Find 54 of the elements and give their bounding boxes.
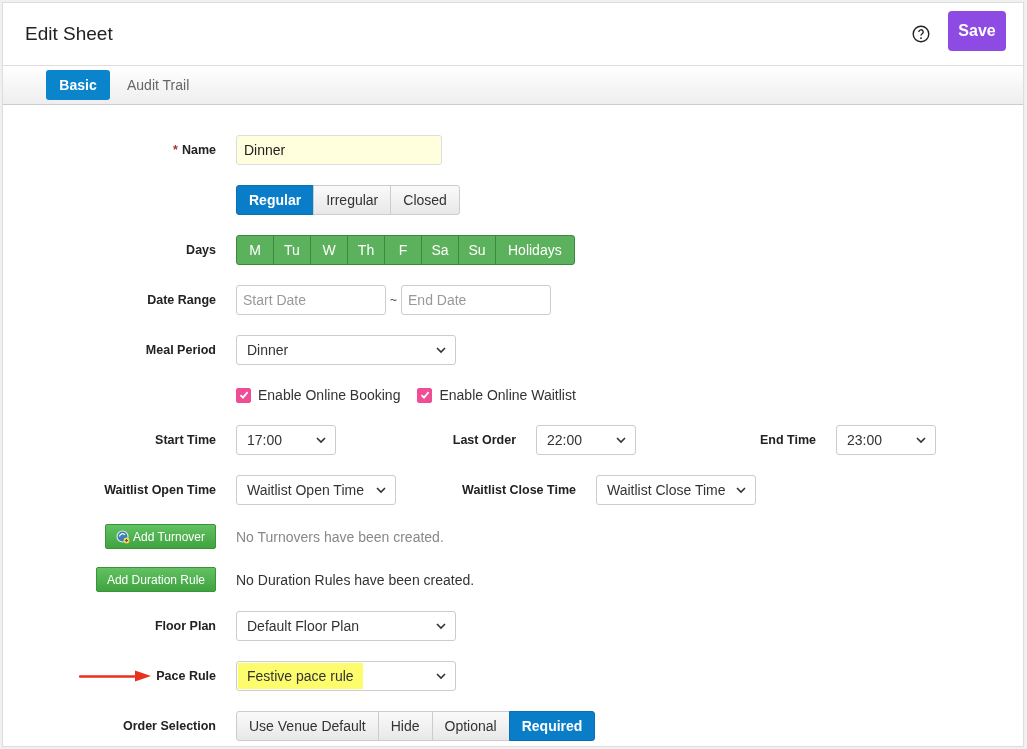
dropdown[interactable]: Waitlist Open Time	[236, 475, 396, 505]
field-label: Waitlist Close Time	[462, 483, 576, 497]
start-date-field[interactable]: Start Date	[236, 285, 386, 315]
dropdown[interactable]: 17:00	[236, 425, 336, 455]
field-label: Waitlist Open Time	[104, 483, 216, 497]
segment-button[interactable]: Hide	[377, 711, 433, 741]
field-label: Name	[181, 143, 216, 157]
end-date-field[interactable]: End Date	[401, 285, 551, 315]
field-label: Last Order	[452, 433, 516, 447]
tab[interactable]: Basic	[46, 70, 110, 100]
range-separator: ~	[390, 293, 397, 307]
empty-message: No Turnovers have been created.	[236, 528, 444, 545]
chevron-icon	[616, 436, 626, 444]
help-icon[interactable]	[912, 25, 930, 43]
page-title: Edit Sheet	[25, 23, 113, 45]
field-label: Meal Period	[145, 343, 216, 357]
field-label: Floor Plan	[154, 619, 216, 633]
field-label: Order Selection	[122, 719, 216, 733]
chevron-icon	[736, 486, 746, 494]
dropdown[interactable]: Default Floor Plan	[236, 611, 456, 641]
checkmark-icon	[419, 390, 430, 400]
checkbox[interactable]	[236, 387, 251, 403]
chevron-icon	[316, 436, 326, 444]
checkmark-icon	[238, 390, 249, 400]
field-label: Pace Rule	[156, 669, 216, 683]
segment-button[interactable]: Use Venue Default	[236, 711, 379, 741]
chevron-icon	[436, 346, 446, 354]
save-button[interactable]: Save	[948, 11, 1006, 51]
field-label: Days	[186, 243, 216, 257]
dropdown[interactable]: Dinner	[236, 335, 456, 365]
chevron-icon	[436, 672, 446, 680]
dropdown[interactable]: Waitlist Close Time	[596, 475, 756, 505]
checkbox[interactable]	[417, 387, 433, 403]
turnover-icon	[115, 529, 130, 544]
field-label: Date Range	[147, 293, 216, 307]
name-field[interactable]: Dinner	[236, 135, 442, 165]
dropdown[interactable]: 22:00	[536, 425, 636, 455]
segment-button[interactable]: Required	[508, 711, 596, 741]
chevron-icon	[376, 486, 386, 494]
chevron-icon	[436, 622, 446, 630]
checkbox-label: Enable Online Booking	[258, 387, 401, 403]
empty-message: No Duration Rules have been created.	[236, 571, 475, 588]
segment-button[interactable]: Optional	[431, 711, 510, 741]
tab[interactable]: Audit Trail	[114, 70, 203, 100]
checkbox-label: Enable Online Waitlist	[439, 387, 576, 403]
field-label: End Time	[759, 433, 816, 447]
dropdown[interactable]: Festive pace rule	[236, 661, 456, 691]
field-label: Start Time	[155, 433, 216, 447]
chevron-icon	[916, 436, 926, 444]
required-mark: *	[173, 143, 178, 157]
segment-button[interactable]: Regular	[236, 185, 315, 215]
segment-button[interactable]: Closed	[390, 185, 460, 215]
segment-button[interactable]: Irregular	[313, 185, 392, 215]
dropdown[interactable]: 23:00	[836, 425, 936, 455]
